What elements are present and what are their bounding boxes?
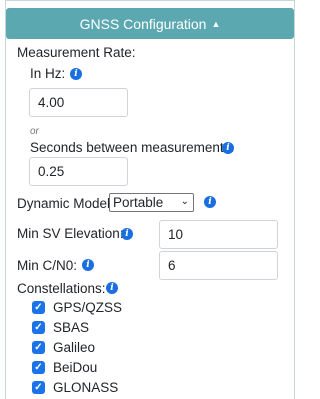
- check-icon[interactable]: ✓: [32, 360, 45, 374]
- seconds-input[interactable]: 0.25: [29, 157, 128, 186]
- min-cn0-value: 6: [168, 258, 176, 273]
- dynamic-model-select[interactable]: Portable ⌄: [109, 193, 194, 212]
- constellation-label: GPS/QZSS: [53, 299, 123, 315]
- constellation-glonass[interactable]: ✓ GLONASS: [32, 378, 118, 396]
- gnss-config-header[interactable]: GNSS Configuration ▲: [6, 8, 294, 39]
- hz-input[interactable]: 4.00: [29, 88, 128, 117]
- check-icon[interactable]: ✓: [32, 340, 45, 354]
- check-icon[interactable]: ✓: [32, 300, 45, 314]
- min-sv-elevation-input[interactable]: 10: [159, 220, 278, 249]
- min-sv-elevation-label: Min SV Elevation:: [17, 226, 124, 241]
- constellations-label: Constellations:: [17, 281, 106, 296]
- constellation-label: SBAS: [53, 319, 90, 335]
- or-text: or: [30, 126, 39, 137]
- caret-up-icon: ▲: [211, 18, 221, 29]
- check-icon[interactable]: ✓: [32, 320, 45, 334]
- constellation-label: GLONASS: [53, 379, 119, 395]
- chevron-down-icon: ⌄: [180, 196, 189, 207]
- constellation-sbas[interactable]: ✓ SBAS: [32, 318, 89, 336]
- measurement-rate-label: Measurement Rate:: [17, 45, 136, 60]
- hz-input-value: 4.00: [38, 95, 65, 110]
- info-icon[interactable]: i: [204, 196, 216, 208]
- dynamic-model-value: Portable: [113, 195, 164, 210]
- hz-label: In Hz:: [30, 66, 66, 81]
- constellation-label: Galileo: [53, 339, 96, 355]
- info-icon[interactable]: i: [70, 68, 82, 80]
- check-icon[interactable]: ✓: [32, 380, 45, 394]
- constellation-galileo[interactable]: ✓ Galileo: [32, 338, 95, 356]
- min-sv-elevation-value: 10: [168, 227, 184, 242]
- header-title: GNSS Configuration: [79, 15, 207, 32]
- min-cn0-label: Min C/N0:: [17, 258, 78, 273]
- min-cn0-input[interactable]: 6: [159, 251, 278, 280]
- constellation-label: BeiDou: [53, 359, 98, 375]
- info-icon[interactable]: i: [222, 142, 234, 154]
- info-icon[interactable]: i: [121, 228, 133, 240]
- dynamic-model-label: Dynamic Model:: [17, 196, 114, 211]
- info-icon[interactable]: i: [82, 259, 94, 271]
- constellation-beidou[interactable]: ✓ BeiDou: [32, 358, 97, 376]
- info-icon[interactable]: i: [106, 282, 118, 294]
- constellation-gps-qzss[interactable]: ✓ GPS/QZSS: [32, 298, 122, 316]
- seconds-label: Seconds between measurements:: [30, 140, 235, 155]
- seconds-input-value: 0.25: [38, 164, 65, 179]
